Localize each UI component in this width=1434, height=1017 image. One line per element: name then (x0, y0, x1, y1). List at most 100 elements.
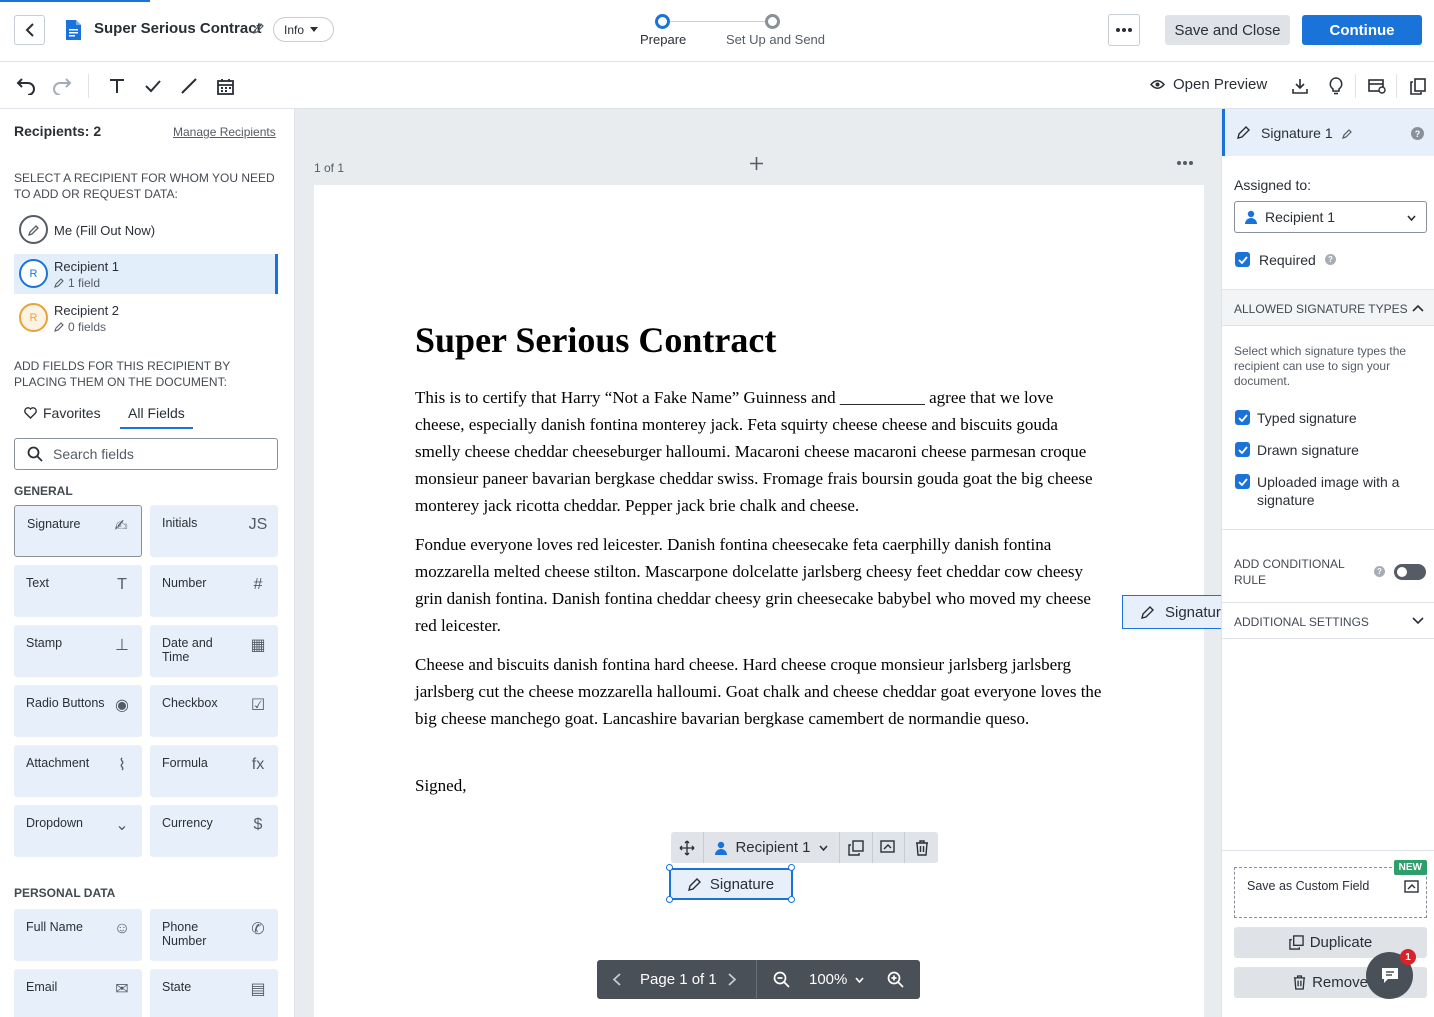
edit-field-name-pencil-icon[interactable] (1342, 128, 1353, 139)
custom-field-icon (1404, 880, 1420, 895)
field-tile-currency[interactable]: Currency $ (150, 805, 278, 857)
drawn-signature-checkbox[interactable] (1235, 442, 1250, 457)
state-icon: ▤ (250, 981, 266, 998)
field-tile-initials[interactable]: Initials JS (150, 505, 278, 557)
chat-support-button[interactable]: 1 (1366, 949, 1416, 999)
continue-button[interactable]: Continue (1302, 15, 1422, 45)
field-tile-date-and-time[interactable]: Date and Time ▦ (150, 625, 278, 677)
zoom-out-icon[interactable] (773, 960, 790, 999)
move-field-icon[interactable] (671, 832, 704, 863)
duplicate-field-icon[interactable] (840, 832, 873, 863)
recipient-me[interactable]: Me (Fill Out Now) (14, 210, 278, 250)
more-options-button[interactable] (1108, 14, 1140, 46)
save-as-custom-field-button[interactable]: Save as Custom Field NEW (1234, 860, 1427, 918)
duplicate-icon (1289, 935, 1304, 950)
uploaded-signature-checkbox[interactable] (1235, 474, 1250, 489)
resize-handle[interactable] (788, 864, 795, 871)
search-fields-input[interactable]: Search fields (14, 438, 278, 470)
field-tile-radio-buttons[interactable]: Radio Buttons ◉ (14, 685, 142, 737)
info-dropdown[interactable]: Info (273, 17, 334, 42)
page-options-ellipsis-icon[interactable] (1177, 161, 1193, 165)
field-name[interactable]: Signature 1 (1261, 125, 1333, 141)
zoom-in-icon[interactable] (887, 960, 904, 999)
help-icon[interactable]: ? (1411, 127, 1424, 140)
field-settings-icon[interactable] (873, 832, 905, 863)
field-tile-label: Date and Time (162, 636, 213, 664)
field-tile-phone-number[interactable]: Phone Number ✆ (150, 909, 278, 961)
allowed-types-description: Select which signature types the recipie… (1234, 344, 1407, 388)
prev-page-chevron-icon[interactable] (613, 960, 621, 999)
signature-field[interactable]: Signature (669, 868, 793, 900)
step-setup-label[interactable]: Set Up and Send (726, 32, 825, 47)
conditional-rule-toggle[interactable] (1394, 564, 1426, 580)
help-icon[interactable]: ? (1325, 254, 1336, 265)
dropdown-icon: ⌄ (115, 817, 129, 834)
field-tile-label: Email (26, 980, 58, 994)
recipient-1[interactable]: R Recipient 1 1 field (14, 254, 278, 294)
required-checkbox[interactable] (1235, 252, 1250, 267)
additional-settings-section-header[interactable]: ADDITIONAL SETTINGS (1222, 602, 1434, 639)
help-icon[interactable]: ? (1374, 566, 1385, 577)
field-tile-dropdown[interactable]: Dropdown ⌄ (14, 805, 142, 857)
open-preview-button[interactable]: Open Preview (1150, 76, 1267, 93)
typed-signature-label: Typed signature (1257, 410, 1357, 426)
resize-handle[interactable] (666, 864, 673, 871)
recipient-2[interactable]: R Recipient 2 0 fields (14, 298, 278, 338)
checkbox-icon: ☑ (250, 697, 266, 714)
toolbar-separator (1396, 74, 1397, 98)
lightbulb-icon[interactable] (1325, 75, 1347, 97)
step-prepare-label[interactable]: Prepare (640, 32, 686, 47)
tab-favorites[interactable]: Favorites (24, 405, 101, 421)
add-page-icon[interactable] (750, 157, 763, 170)
field-tile-label: Number (162, 576, 207, 590)
field-settings-icon[interactable] (1366, 75, 1388, 97)
assigned-to-select[interactable]: Recipient 1 (1234, 201, 1427, 233)
field-tile-email[interactable]: Email ✉ (14, 969, 142, 1017)
field-tile-formula[interactable]: Formula fx (150, 745, 278, 797)
manage-recipients-link[interactable]: Manage Recipients (173, 125, 276, 139)
allowed-types-section-header[interactable]: ALLOWED SIGNATURE TYPES (1222, 289, 1434, 326)
copy-pages-icon[interactable] (1407, 75, 1429, 97)
field-tile-label: Initials (162, 516, 198, 530)
typed-signature-checkbox[interactable] (1235, 410, 1250, 425)
field-tile-text[interactable]: Text T (14, 565, 142, 617)
field-tile-state[interactable]: State ▤ (150, 969, 278, 1017)
document-title[interactable]: Super Serious Contract (94, 20, 262, 37)
field-tile-number[interactable]: Number # (150, 565, 278, 617)
signature-pen-icon (687, 878, 701, 891)
check-tool-icon[interactable] (142, 75, 164, 97)
redo-icon[interactable] (51, 75, 73, 97)
download-icon[interactable] (1289, 75, 1311, 97)
date-tool-icon[interactable] (214, 75, 236, 97)
field-tile-stamp[interactable]: Stamp ⊥ (14, 625, 142, 677)
field-tile-checkbox[interactable]: Checkbox ☑ (150, 685, 278, 737)
document-paragraph: Signed, (415, 776, 467, 795)
back-button[interactable] (14, 15, 45, 45)
resize-handle[interactable] (788, 896, 795, 903)
checkmark-icon (1237, 445, 1248, 454)
undo-icon[interactable] (15, 75, 37, 97)
edit-title-pencil-icon[interactable] (253, 22, 265, 34)
next-page-chevron-icon[interactable] (728, 960, 736, 999)
field-toolbar: Recipient 1 (671, 832, 938, 863)
tab-all-fields[interactable]: All Fields (120, 405, 193, 429)
step-prepare-indicator[interactable] (655, 14, 670, 29)
field-recipient-dropdown[interactable]: Recipient 1 (704, 832, 840, 863)
field-tile-signature[interactable]: Signature ✍ (14, 505, 142, 557)
field-tile-full-name[interactable]: Full Name ☺ (14, 909, 142, 961)
text-tool-icon[interactable] (106, 75, 128, 97)
dragging-signature-field[interactable]: Signatur (1122, 595, 1221, 629)
zoom-dropdown[interactable]: 100% (809, 960, 864, 999)
line-tool-icon[interactable] (178, 75, 200, 97)
delete-field-icon[interactable] (905, 832, 938, 863)
stamp-icon: ⊥ (115, 637, 129, 654)
step-setup-indicator[interactable] (765, 14, 780, 29)
recipient-avatar: R (19, 303, 48, 332)
attachment-icon: ⌇ (118, 757, 126, 774)
field-tile-label: State (162, 980, 192, 994)
field-tile-attachment[interactable]: Attachment ⌇ (14, 745, 142, 797)
save-and-close-button[interactable]: Save and Close (1165, 15, 1290, 45)
resize-handle[interactable] (666, 896, 673, 903)
page-counter: 1 of 1 (314, 161, 345, 175)
assigned-to-label: Assigned to: (1234, 177, 1312, 193)
